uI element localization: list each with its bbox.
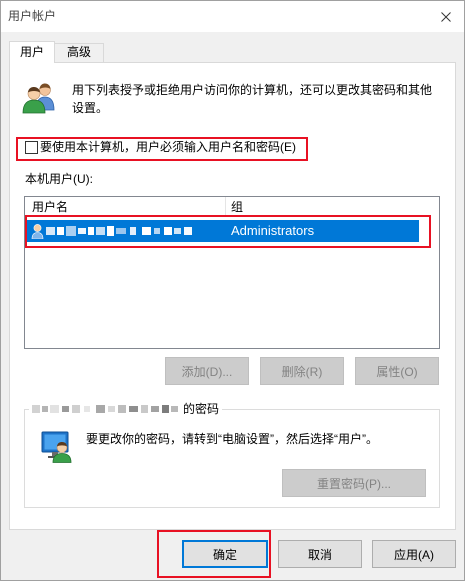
password-change-message: 要更改你的密码，请转到“电脑设置”，然后选择“用户”。 bbox=[86, 432, 378, 446]
intro-description: 用下列表授予或拒绝用户访问你的计算机，还可以更改其密码和其他设置。 bbox=[72, 83, 433, 115]
require-login-checkbox[interactable] bbox=[25, 141, 38, 154]
table-row[interactable]: Administrators bbox=[27, 220, 419, 242]
password-group-label: 的密码 bbox=[29, 401, 223, 417]
column-header-group[interactable]: 组 bbox=[231, 197, 243, 217]
column-divider[interactable] bbox=[225, 197, 226, 217]
require-login-label[interactable]: 要使用本计算机，用户必须输入用户名和密码(E) bbox=[40, 139, 296, 155]
window-title: 用户帐户 bbox=[8, 9, 57, 23]
remove-user-button[interactable]: 删除(R) bbox=[260, 357, 344, 385]
close-icon bbox=[441, 11, 451, 22]
ok-button[interactable]: 确定 bbox=[182, 540, 268, 568]
column-header-username[interactable]: 用户名 bbox=[32, 197, 68, 217]
tab-advanced[interactable]: 高级 bbox=[54, 43, 104, 62]
local-users-label: 本机用户(U): bbox=[25, 172, 93, 186]
user-properties-button[interactable]: 属性(O) bbox=[355, 357, 439, 385]
user-icon bbox=[31, 224, 44, 239]
user-accounts-dialog: 用户帐户 用户 高级 用下列表授予或拒绝用户访问你的计算机，还可以更改其密码和其… bbox=[0, 0, 465, 581]
reset-password-button[interactable]: 重置密码(P)... bbox=[282, 469, 426, 497]
password-group-suffix: 的密码 bbox=[183, 402, 220, 416]
cancel-button[interactable]: 取消 bbox=[278, 540, 362, 568]
row-group-cell: Administrators bbox=[231, 223, 315, 238]
title-bar bbox=[1, 1, 464, 32]
user-screen-icon bbox=[41, 431, 72, 463]
redacted-username bbox=[46, 226, 192, 236]
add-user-button[interactable]: 添加(D)... bbox=[165, 357, 249, 385]
list-header: 用户名 组 bbox=[25, 197, 439, 217]
apply-button[interactable]: 应用(A) bbox=[372, 540, 456, 568]
users-icon bbox=[22, 83, 55, 114]
close-button[interactable] bbox=[428, 1, 464, 32]
redacted-username bbox=[32, 405, 178, 413]
local-users-list[interactable]: 用户名 组 Administrators bbox=[24, 196, 440, 349]
tab-users[interactable]: 用户 bbox=[9, 41, 55, 63]
